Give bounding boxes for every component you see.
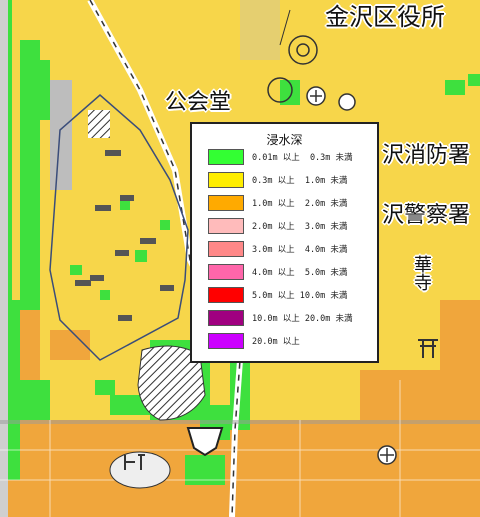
temple-symbol-icon [377, 445, 397, 465]
map-label-ward-office: 金沢区役所 [325, 3, 445, 31]
legend-item: 0.3m 以上 1.0m 未満 [208, 171, 347, 189]
legend-item: 5.0m 以上 10.0m 未満 [208, 286, 347, 304]
school-icon [109, 451, 171, 489]
map-label-hall: 公会堂 [165, 90, 232, 115]
legend-label: 2.0m 以上 3.0m 未満 [252, 222, 348, 232]
legend-swatch [208, 333, 244, 349]
fire-station-icon [338, 93, 356, 111]
legend-item: 1.0m 以上 2.0m 未満 [208, 194, 347, 212]
legend-swatch [208, 310, 244, 326]
legend-title: 浸水深 [266, 133, 303, 147]
legend-label: 5.0m 以上 10.0m 未満 [252, 291, 348, 301]
legend-swatch [208, 195, 244, 211]
legend-item: 2.0m 以上 3.0m 未満 [208, 217, 347, 235]
legend-label: 1.0m 以上 2.0m 未満 [252, 199, 348, 209]
legend-swatch [208, 264, 244, 280]
rail-area [0, 0, 8, 517]
map-label-police-station: 沢警察署 [382, 203, 471, 228]
legend-item: 0.01m 以上 0.3m 未満 [208, 148, 353, 166]
legend-label: 3.0m 以上 4.0m 未満 [252, 245, 348, 255]
legend-swatch [208, 218, 244, 234]
legend-item: 10.0m 以上 20.0m 未満 [208, 309, 353, 327]
legend-label: 20.0m 以上 [252, 337, 300, 347]
legend-item: 4.0m 以上 5.0m 未満 [208, 263, 347, 281]
legend-label: 0.3m 以上 1.0m 未満 [252, 176, 348, 186]
road [240, 0, 280, 60]
legend-item: 20.0m 以上 [208, 332, 300, 350]
station-platform [50, 80, 72, 190]
map-label-fire-station: 沢消防署 [382, 143, 471, 168]
map-label-temple: 華寺 [411, 255, 432, 291]
legend-swatch [208, 241, 244, 257]
legend-label: 0.01m 以上 0.3m 未満 [252, 153, 353, 163]
legend-swatch [208, 172, 244, 188]
road-bottom [0, 420, 480, 424]
flood-depth-legend: 浸水深 0.01m 以上 0.3m 未満 0.3m 以上 1.0m 未満 1.0… [190, 122, 379, 363]
legend-swatch [208, 149, 244, 165]
hatched-block [88, 110, 110, 138]
legend-label: 10.0m 以上 20.0m 未満 [252, 314, 353, 324]
legend-swatch [208, 287, 244, 303]
legend-label: 4.0m 以上 5.0m 未満 [252, 268, 348, 278]
post-office-icon [306, 86, 326, 106]
legend-item: 3.0m 以上 4.0m 未満 [208, 240, 347, 258]
